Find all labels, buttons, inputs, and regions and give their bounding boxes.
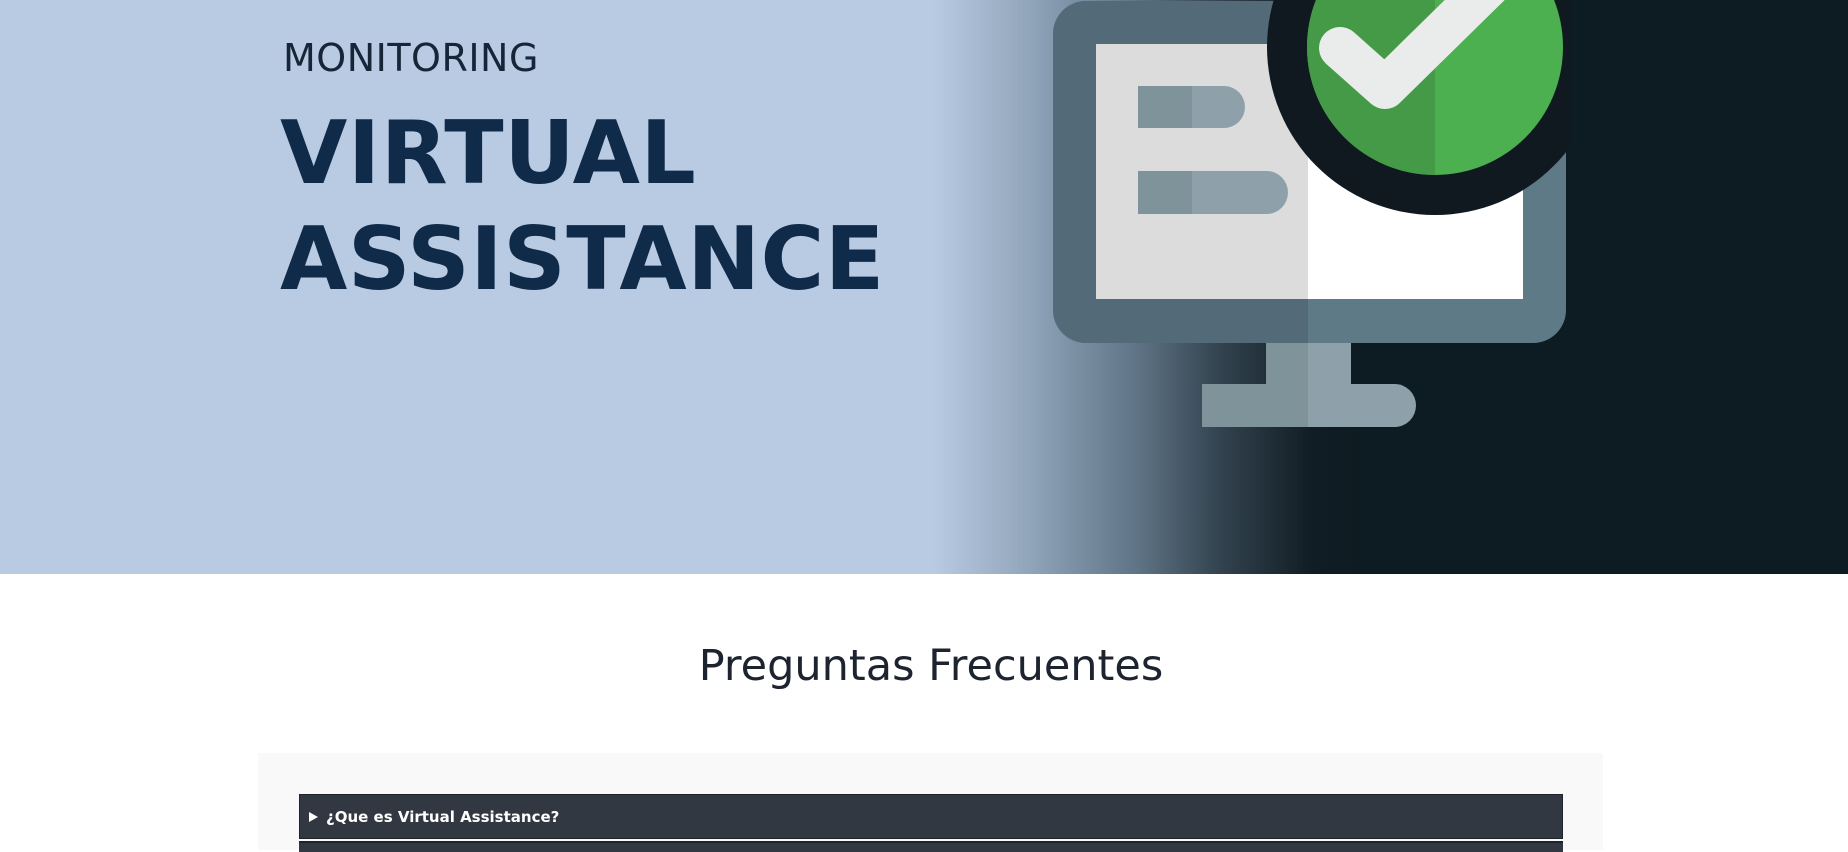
faq-item-que-es[interactable]: ¿Que es Virtual Assistance?	[299, 794, 1563, 839]
hero-title-line-1: VIRTUAL	[280, 102, 697, 204]
faq-heading: Preguntas Frecuentes	[698, 641, 1164, 691]
hero-title-line-2: ASSISTANCE	[280, 208, 885, 310]
hero-title: VIRTUAL ASSISTANCE	[280, 100, 885, 312]
caret-right-icon	[309, 811, 318, 822]
hero-kicker: MONITORING	[283, 36, 539, 80]
faq-panel: ¿Que es Virtual Assistance?	[258, 753, 1603, 852]
hero-banner: MONITORING VIRTUAL ASSISTANCE	[0, 0, 1848, 574]
faq-question: ¿Que es Virtual Assistance?	[326, 807, 560, 826]
monitor-check-icon	[1053, 0, 1570, 427]
faq-item-next[interactable]	[299, 841, 1563, 852]
